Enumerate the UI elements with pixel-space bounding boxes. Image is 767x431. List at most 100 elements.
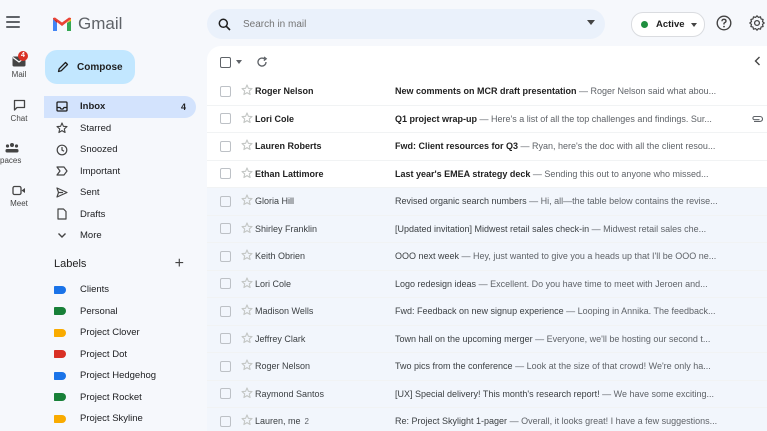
label-item-project-clover[interactable]: Project Clover	[54, 322, 156, 344]
sender-name: Madison Wells	[255, 306, 314, 317]
chevron-left-icon[interactable]	[754, 56, 761, 66]
email-snippet: — Look at the size of that crowd! We're …	[512, 361, 711, 372]
email-row[interactable]: Lori Cole Q1 project wrap-up — Here's a l…	[207, 105, 767, 133]
select-all-checkbox[interactable]	[220, 56, 231, 68]
labels-title: Labels	[54, 258, 87, 270]
label-tag-icon	[54, 393, 66, 402]
row-checkbox[interactable]	[220, 223, 231, 235]
email-row[interactable]: Ethan Lattimore Last year's EMEA strategy…	[207, 160, 767, 188]
nav-item-starred[interactable]: Starred	[44, 118, 196, 140]
nav-item-inbox[interactable]: Inbox 4	[44, 96, 196, 118]
label-item-project-skyline[interactable]: Project Skyline	[54, 408, 156, 430]
star-icon[interactable]	[241, 332, 253, 346]
label-item-project-dot[interactable]: Project Dot	[54, 344, 156, 366]
email-row[interactable]: Lori Cole Logo redesign ideas — Excellent…	[207, 270, 767, 298]
email-row[interactable]: Raymond Santos [UX] Special delivery! Thi…	[207, 380, 767, 408]
label-item-clients[interactable]: Clients	[54, 279, 156, 301]
nav-item-more[interactable]: More	[44, 225, 196, 247]
label-tag-icon	[54, 328, 66, 337]
row-checkbox[interactable]	[220, 388, 231, 400]
row-checkbox[interactable]	[220, 305, 231, 317]
help-icon[interactable]	[716, 15, 732, 31]
row-checkbox[interactable]	[220, 250, 231, 262]
search-input[interactable]	[241, 17, 565, 31]
gmail-logo[interactable]: Gmail	[52, 14, 122, 34]
gear-icon[interactable]	[749, 15, 765, 31]
chevron-down-icon	[56, 230, 68, 242]
app-rail: 4 Mail Chat paces Meet	[0, 0, 38, 431]
email-row[interactable]: Gloria Hill Revised organic search number…	[207, 188, 767, 216]
compose-button[interactable]: Compose	[45, 50, 135, 84]
email-row[interactable]: Lauren, me 2 Re: Project Skylight 1-pager …	[207, 408, 767, 431]
rail-item-chat[interactable]: Chat	[0, 99, 38, 123]
star-icon[interactable]	[241, 359, 253, 373]
row-checkbox[interactable]	[220, 168, 231, 180]
label-name: Project Dot	[80, 348, 127, 360]
email-rows: Roger Nelson New comments on MCR draft pr…	[207, 78, 767, 431]
row-checkbox[interactable]	[220, 140, 231, 152]
label-item-project-hedgehog[interactable]: Project Hedgehog	[54, 365, 156, 387]
email-snippet: — Hi, all—the table below contains the r…	[526, 196, 718, 207]
nav-item-important[interactable]: Important	[44, 161, 196, 183]
nav-item-drafts[interactable]: Drafts	[44, 204, 196, 226]
email-sender: Lauren Roberts	[255, 141, 385, 151]
email-row[interactable]: Keith Obrien OOO next week — Hey, just wa…	[207, 243, 767, 271]
star-icon[interactable]	[241, 414, 253, 428]
star-icon[interactable]	[241, 304, 253, 318]
row-checkbox[interactable]	[220, 415, 231, 427]
search-options-caret-icon[interactable]	[587, 20, 595, 25]
label-tag-icon	[54, 285, 66, 294]
email-subject: New comments on MCR draft presentation	[395, 86, 577, 97]
email-row[interactable]: Shirley Franklin [Updated invitation] Mid…	[207, 215, 767, 243]
rail-item-mail[interactable]: 4 Mail	[0, 51, 38, 79]
star-icon[interactable]	[241, 194, 253, 208]
email-sender: Madison Wells	[255, 306, 385, 316]
email-subject: [UX] Special delivery! This month's rese…	[395, 388, 600, 399]
email-subject: Re: Project Skylight 1-pager	[395, 416, 508, 427]
row-checkbox[interactable]	[220, 333, 231, 345]
email-row[interactable]: Madison Wells Fwd: Feedback on new signup…	[207, 298, 767, 326]
email-row[interactable]: Roger Nelson New comments on MCR draft pr…	[207, 78, 767, 106]
nav-item-sent[interactable]: Sent	[44, 182, 196, 204]
row-checkbox[interactable]	[220, 278, 231, 290]
rail-item-meet[interactable]: Meet	[0, 185, 38, 208]
email-preview: [UX] Special delivery! This month's rese…	[395, 389, 743, 399]
search-icon[interactable]	[218, 18, 231, 31]
refresh-icon[interactable]	[256, 56, 268, 68]
email-row[interactable]: Jeffrey Clark Town hall on the upcoming m…	[207, 325, 767, 353]
email-snippet: — Ryan, here's the doc with all the clie…	[518, 141, 716, 152]
star-icon[interactable]	[241, 249, 253, 263]
label-item-project-rocket[interactable]: Project Rocket	[54, 387, 156, 409]
chat-icon	[13, 99, 25, 111]
main-menu-icon[interactable]	[6, 16, 20, 31]
rail-item-spaces[interactable]: paces	[0, 142, 38, 165]
nav-item-snoozed[interactable]: Snoozed	[44, 139, 196, 161]
row-checkbox[interactable]	[220, 113, 231, 125]
star-icon[interactable]	[241, 277, 253, 291]
email-row[interactable]: Lauren Roberts Fwd: Client resources for …	[207, 133, 767, 161]
rail-label-chat: Chat	[10, 114, 28, 123]
email-row[interactable]: Roger Nelson Two pics from the conference…	[207, 353, 767, 381]
star-icon[interactable]	[241, 112, 253, 126]
email-preview: [Updated invitation] Midwest retail sale…	[395, 224, 743, 234]
gmail-m-icon	[53, 17, 71, 31]
label-item-personal[interactable]: Personal	[54, 301, 156, 323]
star-icon[interactable]	[241, 139, 253, 153]
row-checkbox[interactable]	[220, 360, 231, 372]
folder-nav: Inbox 4 Starred Snoozed Important Sent D…	[44, 96, 196, 247]
email-preview: New comments on MCR draft presentation —…	[395, 86, 743, 96]
email-preview: Two pics from the conference — Look at t…	[395, 361, 743, 371]
star-icon[interactable]	[241, 222, 253, 236]
star-icon[interactable]	[241, 84, 253, 98]
star-icon[interactable]	[241, 387, 253, 401]
sender-name: Jeffrey Clark	[255, 333, 306, 344]
star-icon[interactable]	[241, 167, 253, 181]
select-options-caret-icon[interactable]	[236, 60, 242, 64]
status-dropdown[interactable]: Active	[631, 12, 705, 37]
status-label: Active	[656, 19, 685, 30]
row-checkbox[interactable]	[220, 195, 231, 207]
attachment-icon[interactable]	[751, 115, 764, 125]
add-label-plus-icon[interactable]: +	[175, 255, 184, 273]
row-checkbox[interactable]	[220, 85, 231, 97]
email-preview: Revised organic search numbers — Hi, all…	[395, 196, 743, 206]
